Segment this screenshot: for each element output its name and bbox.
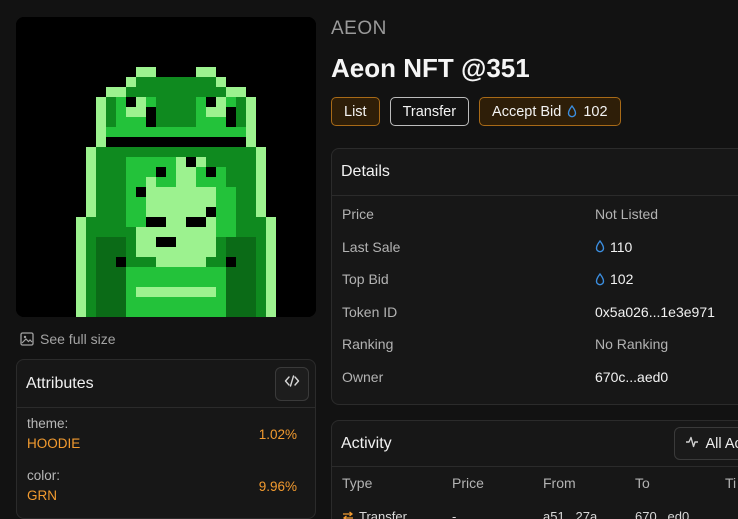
- image-icon: [20, 332, 34, 346]
- attribute-value: GRN: [27, 488, 57, 503]
- details-title: Details: [332, 149, 738, 196]
- activity-to[interactable]: 670...ed0: [635, 509, 689, 519]
- code-view-button[interactable]: [275, 366, 309, 401]
- attributes-title: Attributes: [26, 374, 94, 392]
- owner-link[interactable]: 670c...aed0: [595, 369, 668, 385]
- detail-row-token-id: Token ID 0x5a026...1e3e971: [332, 296, 738, 329]
- detail-value: 110: [610, 238, 633, 255]
- detail-value: Not Listed: [595, 206, 659, 223]
- activity-filter-label: All Acti: [705, 435, 738, 452]
- transfer-icon: [342, 509, 354, 519]
- activity-from[interactable]: a51...27a: [543, 509, 597, 519]
- detail-row-owner: Owner 670c...aed0: [332, 361, 738, 394]
- attributes-panel: Attributes theme: HOODIE 1.02% color: GR…: [16, 359, 316, 519]
- detail-row-top-bid: Top Bid 102: [332, 263, 738, 296]
- detail-row-last-sale: Last Sale 110: [332, 231, 738, 264]
- attribute-key: theme:: [27, 416, 69, 431]
- detail-label: Token ID: [342, 303, 398, 320]
- token-id-link[interactable]: 0x5a026...1e3e971: [595, 304, 715, 320]
- attribute-row-color[interactable]: color: GRN 9.96%: [17, 460, 315, 512]
- transfer-button-label: Transfer: [402, 103, 457, 120]
- page-title: Aeon NFT @351: [331, 53, 530, 83]
- activity-header: Activity All Acti: [332, 421, 738, 467]
- activity-filter-button[interactable]: All Acti: [674, 427, 738, 460]
- details-panel: Details Price Not Listed Last Sale 110 T…: [331, 148, 738, 405]
- list-button-label: List: [344, 103, 367, 120]
- action-buttons: List Transfer Accept Bid 102: [331, 97, 621, 126]
- drop-icon: [595, 272, 605, 286]
- activity-title: Activity: [341, 434, 392, 452]
- activity-pulse-icon: [685, 436, 699, 452]
- transfer-button[interactable]: Transfer: [389, 97, 470, 126]
- detail-value-wrap: 102: [595, 271, 633, 287]
- list-button[interactable]: List: [331, 97, 380, 126]
- accept-bid-button[interactable]: Accept Bid 102: [479, 97, 621, 126]
- detail-label: Last Sale: [342, 238, 401, 255]
- detail-label: Owner: [342, 368, 384, 385]
- detail-label: Price: [342, 206, 374, 223]
- drop-icon: [595, 240, 605, 253]
- detail-row-price: Price Not Listed: [332, 198, 738, 231]
- activity-price: -: [452, 509, 457, 519]
- accept-bid-label: Accept Bid: [492, 103, 562, 120]
- pixel-art: [16, 17, 316, 317]
- detail-label: Ranking: [342, 336, 394, 353]
- activity-type-cell: Transfer: [342, 509, 407, 519]
- activity-type: Transfer: [359, 509, 407, 519]
- activity-panel: Activity All Acti Type Price From To Ti …: [331, 420, 738, 519]
- column-header-type: Type: [342, 475, 373, 491]
- drop-icon: [567, 105, 577, 118]
- attributes-header: Attributes: [17, 360, 315, 408]
- detail-value-wrap: 110: [595, 239, 632, 255]
- left-column: See full size: [16, 17, 316, 347]
- attribute-row-theme[interactable]: theme: HOODIE 1.02%: [17, 408, 315, 460]
- collection-name[interactable]: AEON: [331, 18, 387, 40]
- detail-label: Top Bid: [342, 271, 389, 288]
- detail-value: No Ranking: [595, 336, 669, 353]
- column-header-price: Price: [452, 475, 484, 491]
- detail-value: 102: [610, 271, 634, 288]
- attribute-key: color:: [27, 468, 61, 483]
- see-full-size-label: See full size: [40, 331, 116, 347]
- code-icon: [284, 374, 300, 393]
- detail-row-ranking: Ranking No Ranking: [332, 328, 738, 361]
- nft-image[interactable]: [16, 17, 316, 317]
- column-header-from: From: [543, 475, 576, 491]
- see-full-size-link[interactable]: See full size: [20, 331, 316, 347]
- attribute-value: HOODIE: [27, 436, 81, 451]
- accept-bid-amount: 102: [583, 103, 608, 120]
- attribute-percent: 1.02%: [258, 426, 297, 442]
- column-header-to: To: [635, 475, 650, 491]
- column-header-time: Ti: [725, 475, 737, 491]
- attribute-percent: 9.96%: [258, 478, 297, 494]
